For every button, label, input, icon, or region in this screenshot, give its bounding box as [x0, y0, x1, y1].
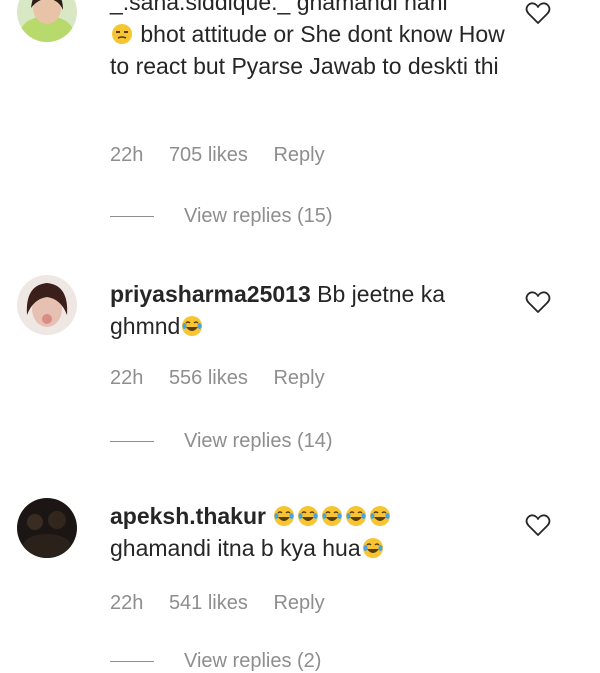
comment-item: priyasharma25013 Bb jeetne ka ghmnd 22h …: [0, 265, 600, 465]
comment-time[interactable]: 22h: [110, 592, 143, 615]
view-replies-label: View replies (14): [184, 430, 333, 452]
laughing-tears-emoji: [370, 506, 391, 526]
unamused-face-emoji: [112, 24, 132, 44]
comment-username[interactable]: apeksh.thakur: [110, 503, 266, 529]
divider-line: [110, 661, 154, 663]
laughing-emoji-row: [272, 503, 392, 529]
view-replies-label: View replies (15): [184, 205, 333, 227]
comment-meta: 22h 556 likes Reply: [110, 367, 345, 390]
comment-body-start: ghamandi nahi: [296, 0, 448, 15]
comment-likes[interactable]: 541 likes: [169, 592, 248, 615]
view-replies-button[interactable]: View replies (2): [110, 650, 321, 673]
view-replies-label: View replies (2): [184, 650, 322, 672]
comment-body: ghamandi itna b kya hua: [110, 535, 361, 561]
view-replies-button[interactable]: View replies (15): [110, 205, 333, 228]
comment-meta: 22h 541 likes Reply: [110, 592, 345, 615]
divider-line: [110, 441, 154, 443]
avatar[interactable]: [17, 275, 77, 335]
divider-line: [110, 216, 154, 218]
comment-text: priyasharma25013 Bb jeetne ka ghmnd: [110, 278, 510, 342]
comment-username[interactable]: priyasharma25013: [110, 281, 311, 307]
comment-text: apeksh.thakur ghamandi itna b kya hua: [110, 500, 510, 564]
comment-time[interactable]: 22h: [110, 367, 143, 390]
comment-meta: 22h 705 likes Reply: [110, 144, 345, 167]
reply-button[interactable]: Reply: [273, 367, 324, 390]
comment-text: _.sana.siddique._ ghamandi nahi bhot att…: [110, 0, 510, 82]
laughing-tears-emoji: [346, 506, 367, 526]
avatar[interactable]: [17, 498, 77, 558]
comment-body: bhot attitude or She dont know How to re…: [110, 21, 505, 79]
laughing-tears-emoji: [322, 506, 343, 526]
comment-item: apeksh.thakur ghamandi itna b kya hua 22…: [0, 490, 600, 672]
comment-likes[interactable]: 556 likes: [169, 367, 248, 390]
heart-outline-icon[interactable]: [525, 513, 551, 537]
view-replies-button[interactable]: View replies (14): [110, 430, 333, 453]
laughing-tears-emoji: [182, 316, 203, 336]
comment-time[interactable]: 22h: [110, 144, 143, 167]
heart-outline-icon[interactable]: [525, 1, 551, 25]
laughing-tears-emoji: [274, 506, 295, 526]
heart-outline-icon[interactable]: [525, 290, 551, 314]
avatar[interactable]: [17, 0, 77, 42]
reply-button[interactable]: Reply: [273, 592, 324, 615]
comment-username[interactable]: _.sana.siddique._: [110, 0, 290, 15]
comment-item: _.sana.siddique._ ghamandi nahi bhot att…: [0, 0, 600, 250]
laughing-tears-emoji: [362, 538, 383, 558]
reply-button[interactable]: Reply: [273, 144, 324, 167]
comment-likes[interactable]: 705 likes: [169, 144, 248, 167]
laughing-tears-emoji: [298, 506, 319, 526]
